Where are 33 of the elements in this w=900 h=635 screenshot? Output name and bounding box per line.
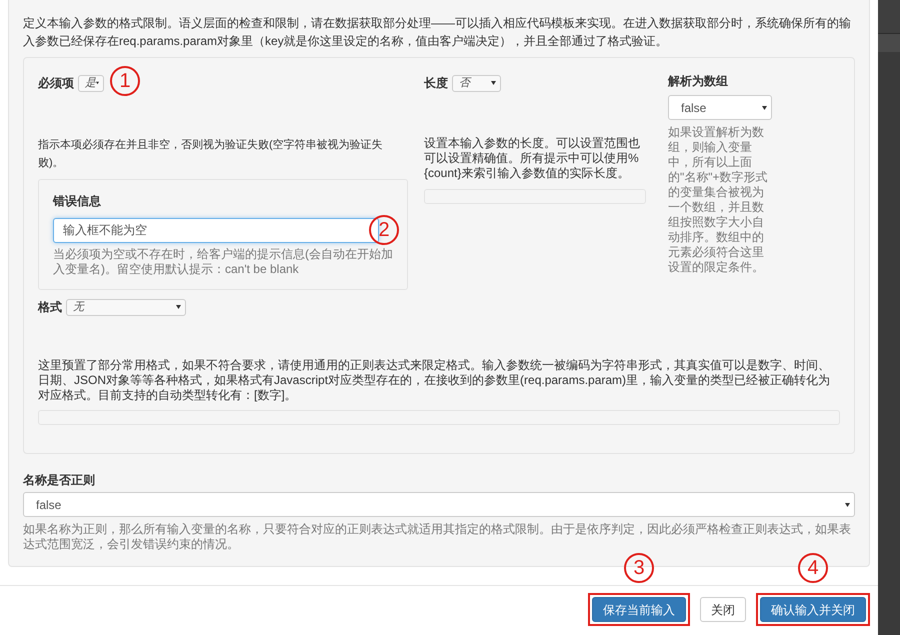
annotation-marker: 1: [110, 66, 140, 96]
dropdown[interactable]: 无: [66, 298, 186, 316]
backdrop-panel: [878, 0, 900, 34]
field-label: 格式: [38, 299, 62, 316]
dropdown[interactable]: 否: [452, 74, 501, 92]
help-text: 如果名称为正则，那么所有输入变量的名称，只要符合对应的正则表达式就适用其指定的格式限制。由于是依序判定，因此必须严格检查正则表达式，如果表达式范围宽泛，会引发错误约束的情况。: [23, 522, 852, 552]
help-text: 设置本输入参数的长度。可以设置范围也可以设置精确值。所有提示中可以使用%{count}来索引输入参数值的实际长度。: [424, 136, 641, 181]
annotation-marker: 2: [369, 215, 399, 245]
dropdown[interactable]: false: [668, 95, 772, 120]
field-label: 名称是否正则: [23, 472, 96, 489]
field-label: 必须项: [38, 75, 74, 92]
help-text: 如果设置解析为数组，则输入变量中，所有以上面的"名称"+数字形式的变量集合被视为一个数组，并且数组按照数字大小自动排序。数组中的元素必须符合这里设置的限定条件。: [668, 125, 769, 275]
caret-icon: [762, 106, 767, 110]
help-text: 指示本项必须存在并且非空，否则视为验证失败(空字符串被视为验证失败)。: [38, 138, 384, 171]
annotation-marker: 3: [624, 553, 654, 583]
caret-icon: [176, 305, 181, 309]
help-text: 当必须项为空或不存在时，给客户端的提示信息(会自动在开始加入变量名)。留空使用默认提示：can't be blank: [53, 247, 393, 277]
input-field[interactable]: 输入框不能为空: [53, 218, 379, 243]
annotation-marker: 4: [798, 553, 828, 583]
field-label: 错误信息: [53, 193, 102, 210]
dropdown[interactable]: 是: [78, 74, 104, 92]
description-text: 定义本输入参数的格式限制。语义层面的检查和限制，请在数据获取部分处理——可以插入相应代码模板来实现。在进入数据获取部分时，系统确保所有的输入参数已经保存在req.params.param对象里（key就是你这里设定的名称，值由客户端决定），并且全部通过了格式验证。: [23, 15, 852, 50]
caret-icon: [96, 81, 99, 85]
field-label: 解析为数组: [668, 73, 729, 90]
dropdown[interactable]: false: [23, 492, 855, 517]
button[interactable]: 关闭: [700, 597, 746, 622]
caret-icon: [845, 502, 850, 506]
caret-icon: [491, 81, 496, 85]
help-text: 这里预置了部分常用格式，如果不符合要求，请使用通用的正则表达式来限定格式。输入参数统一被编码为字符串形式，其真实值可以是数字、时间、日期、JSON对象等等各种格式，如果格式有Javascript对应类型存在的，在接收到的参数里(req.params.param)里，输入变量的类型已经被正确转化为对应格式。目前支持的自动类型转化有：[数字]。: [38, 358, 832, 403]
button[interactable]: 保存当前输入: [592, 597, 686, 622]
backdrop-bar: [878, 34, 900, 52]
field-label: 长度: [424, 75, 448, 92]
button[interactable]: 确认输入并关闭: [760, 597, 866, 622]
